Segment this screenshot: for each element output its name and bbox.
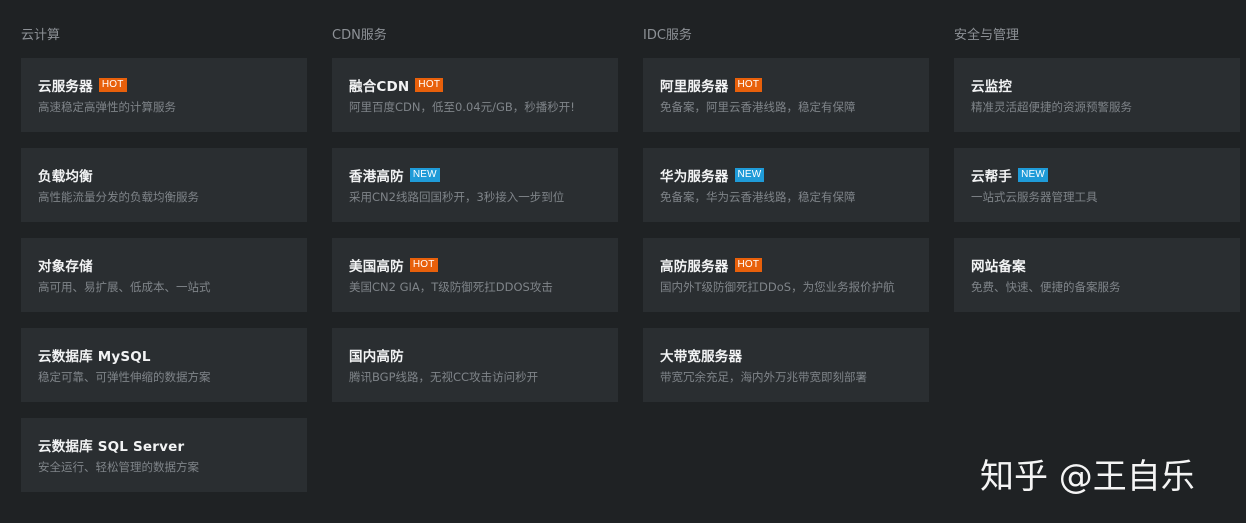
product-title: 融合CDN <box>349 79 410 95</box>
product-title: 大带宽服务器 <box>660 349 743 365</box>
product-card[interactable]: 国内高防腾讯BGP线路，无视CC攻击访问秒开 <box>332 328 618 402</box>
hot-badge: HOT <box>409 258 438 272</box>
product-title: 云数据库 SQL Server <box>38 439 185 455</box>
product-description: 腾讯BGP线路，无视CC攻击访问秒开 <box>349 370 539 384</box>
hot-badge: HOT <box>734 78 763 92</box>
card-header: 华为服务器 NEW <box>660 166 929 185</box>
column-title: 云计算 <box>21 28 61 43</box>
product-card[interactable]: 大带宽服务器带宽冗余充足，海内外万兆带宽即刻部署 <box>643 328 929 402</box>
product-card[interactable]: 美国高防 HOT 美国CN2 GIA，T级防御死扛DDOS攻击 <box>332 238 618 312</box>
product-card[interactable]: 云监控精准灵活超便捷的资源预警服务 <box>954 58 1240 132</box>
card-header: 融合CDN HOT <box>349 76 618 95</box>
product-description: 精准灵活超便捷的资源预警服务 <box>971 100 1132 114</box>
product-description: 高速稳定高弹性的计算服务 <box>38 100 176 114</box>
product-title: 香港高防 <box>349 169 404 185</box>
card-header: 香港高防 NEW <box>349 166 618 185</box>
card-header: 云服务器 HOT <box>38 76 307 95</box>
product-card[interactable]: 云数据库 MySQL 稳定可靠、可弹性伸缩的数据方案 <box>21 328 307 402</box>
card-header: 大带宽服务器 <box>660 346 929 365</box>
card-header: 美国高防 HOT <box>349 256 618 275</box>
card-header: 云数据库 MySQL <box>38 346 307 365</box>
product-title: 负载均衡 <box>38 169 93 185</box>
product-description: 安全运行、轻松管理的数据方案 <box>38 460 199 474</box>
product-title: 网站备案 <box>971 259 1026 275</box>
card-header: 阿里服务器 HOT <box>660 76 929 95</box>
new-badge: NEW <box>1018 168 1049 182</box>
product-description: 美国CN2 GIA，T级防御死扛DDOS攻击 <box>349 280 553 294</box>
product-title: 美国高防 <box>349 259 404 275</box>
card-header: 云数据库 SQL Server <box>38 436 307 455</box>
product-description: 免费、快速、便捷的备案服务 <box>971 280 1121 294</box>
new-badge: NEW <box>409 168 440 182</box>
product-description: 高可用、易扩展、低成本、一站式 <box>38 280 211 294</box>
product-card[interactable]: 融合CDN HOT 阿里百度CDN，低至0.04元/GB，秒播秒开! <box>332 58 618 132</box>
product-description: 带宽冗余充足，海内外万兆带宽即刻部署 <box>660 370 867 384</box>
card-header: 负载均衡 <box>38 166 307 185</box>
product-title: 国内高防 <box>349 349 404 365</box>
card-header: 云帮手 NEW <box>971 166 1240 185</box>
product-title: 云帮手 <box>971 169 1013 185</box>
product-description: 阿里百度CDN，低至0.04元/GB，秒播秒开! <box>349 100 575 114</box>
column-title: CDN服务 <box>332 28 387 43</box>
card-header: 网站备案 <box>971 256 1240 275</box>
new-badge: NEW <box>734 168 765 182</box>
product-description: 一站式云服务器管理工具 <box>971 190 1098 204</box>
product-card[interactable]: 云服务器 HOT 高速稳定高弹性的计算服务 <box>21 58 307 132</box>
product-title: 云监控 <box>971 79 1013 95</box>
product-title: 对象存储 <box>38 259 93 275</box>
product-card[interactable]: 云帮手 NEW 一站式云服务器管理工具 <box>954 148 1240 222</box>
product-title: 华为服务器 <box>660 169 729 185</box>
product-title: 云数据库 MySQL <box>38 349 151 365</box>
hot-badge: HOT <box>415 78 444 92</box>
product-description: 国内外T级防御死扛DDoS，为您业务报价护航 <box>660 280 895 294</box>
product-card[interactable]: 华为服务器 NEW 免备案，华为云香港线路，稳定有保障 <box>643 148 929 222</box>
product-title: 高防服务器 <box>660 259 729 275</box>
column-title: IDC服务 <box>643 28 692 43</box>
product-card[interactable]: 香港高防 NEW 采用CN2线路回国秒开，3秒接入一步到位 <box>332 148 618 222</box>
card-header: 国内高防 <box>349 346 618 365</box>
product-description: 免备案，华为云香港线路，稳定有保障 <box>660 190 856 204</box>
product-title: 阿里服务器 <box>660 79 729 95</box>
watermark: 知乎 @王自乐 <box>980 457 1195 497</box>
product-description: 免备案，阿里云香港线路，稳定有保障 <box>660 100 856 114</box>
product-description: 稳定可靠、可弹性伸缩的数据方案 <box>38 370 211 384</box>
product-description: 采用CN2线路回国秒开，3秒接入一步到位 <box>349 190 565 204</box>
product-card[interactable]: 对象存储高可用、易扩展、低成本、一站式 <box>21 238 307 312</box>
product-card[interactable]: 云数据库 SQL Server 安全运行、轻松管理的数据方案 <box>21 418 307 492</box>
card-header: 高防服务器 HOT <box>660 256 929 275</box>
product-card[interactable]: 阿里服务器 HOT 免备案，阿里云香港线路，稳定有保障 <box>643 58 929 132</box>
column-title: 安全与管理 <box>954 28 1020 43</box>
product-description: 高性能流量分发的负载均衡服务 <box>38 190 199 204</box>
hot-badge: HOT <box>734 258 763 272</box>
hot-badge: HOT <box>98 78 127 92</box>
product-card[interactable]: 高防服务器 HOT 国内外T级防御死扛DDoS，为您业务报价护航 <box>643 238 929 312</box>
product-title: 云服务器 <box>38 79 93 95</box>
card-header: 对象存储 <box>38 256 307 275</box>
card-header: 云监控 <box>971 76 1240 95</box>
product-card[interactable]: 网站备案免费、快速、便捷的备案服务 <box>954 238 1240 312</box>
product-card[interactable]: 负载均衡高性能流量分发的负载均衡服务 <box>21 148 307 222</box>
